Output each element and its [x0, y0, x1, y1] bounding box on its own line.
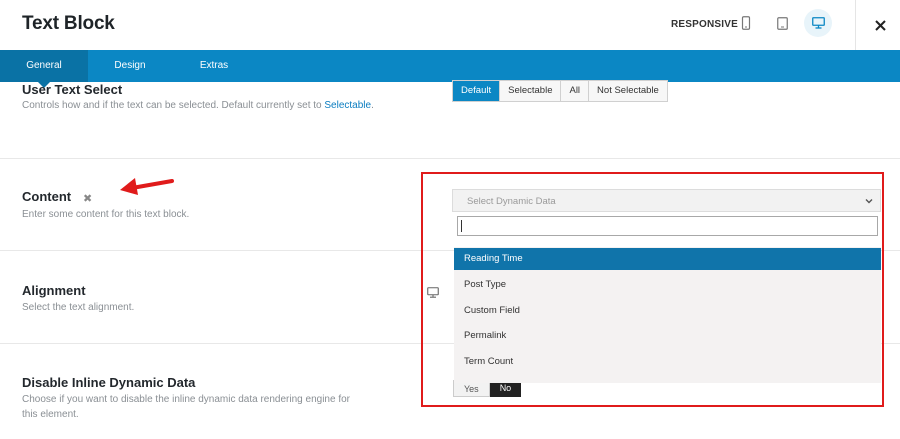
disable-inline-description-line2: this element.: [22, 409, 79, 420]
responsive-label: RESPONSIVE: [671, 19, 739, 30]
selectable-link[interactable]: Selectable: [324, 100, 371, 111]
content-title: Content: [22, 189, 72, 204]
tab-design[interactable]: Design: [98, 50, 162, 82]
alignment-description: Select the text alignment.: [22, 302, 135, 313]
option-default-button[interactable]: Default: [453, 81, 501, 101]
alignment-title: Alignment: [22, 283, 86, 298]
user-text-select-options: Default Selectable All Not Selectable: [452, 80, 668, 102]
red-arrow-annotation-icon: [120, 178, 174, 195]
desktop-view-button[interactable]: [804, 9, 832, 37]
monitor-icon: [811, 17, 825, 29]
tab-bar: General Design Extras: [0, 50, 900, 82]
user-text-select-desc-text: Controls how and if the text can be sele…: [22, 100, 322, 111]
remove-icon[interactable]: ✖: [83, 192, 92, 205]
phone-icon: [741, 16, 751, 30]
modal-header: Text Block RESPONSIVE: [0, 0, 900, 50]
header-divider: [855, 0, 856, 50]
red-annotation-box: [421, 172, 884, 407]
close-icon: [874, 19, 886, 31]
page-title: Text Block: [22, 13, 115, 34]
disable-inline-description-line1: Choose if you want to disable the inline…: [22, 394, 350, 405]
tablet-icon: [776, 16, 788, 30]
tab-general[interactable]: General: [0, 50, 88, 82]
option-selectable-button[interactable]: Selectable: [500, 81, 562, 101]
option-not-selectable-button[interactable]: Not Selectable: [589, 81, 667, 101]
close-button[interactable]: [868, 13, 892, 37]
user-text-select-title: User Text Select: [22, 82, 123, 97]
section-divider: [0, 158, 900, 159]
disable-inline-title: Disable Inline Dynamic Data: [22, 375, 196, 390]
user-text-select-desc-suffix: .: [371, 100, 374, 111]
content-description: Enter some content for this text block.: [22, 209, 190, 220]
user-text-select-description: Controls how and if the text can be sele…: [22, 98, 382, 113]
option-all-button[interactable]: All: [561, 81, 590, 101]
tab-extras[interactable]: Extras: [182, 50, 246, 82]
mobile-view-button[interactable]: [732, 9, 760, 37]
tablet-view-button[interactable]: [768, 9, 796, 37]
